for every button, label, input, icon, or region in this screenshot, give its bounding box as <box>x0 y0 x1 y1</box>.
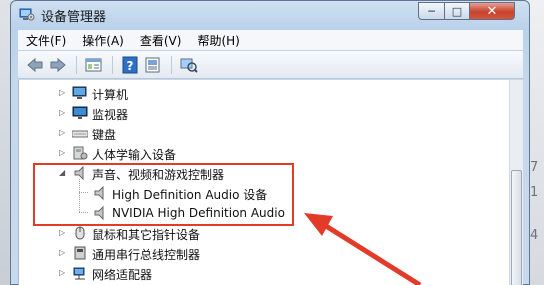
arrow-head-icon <box>304 213 333 236</box>
arrow-shaft <box>316 218 422 285</box>
annotation-arrow <box>304 213 422 285</box>
